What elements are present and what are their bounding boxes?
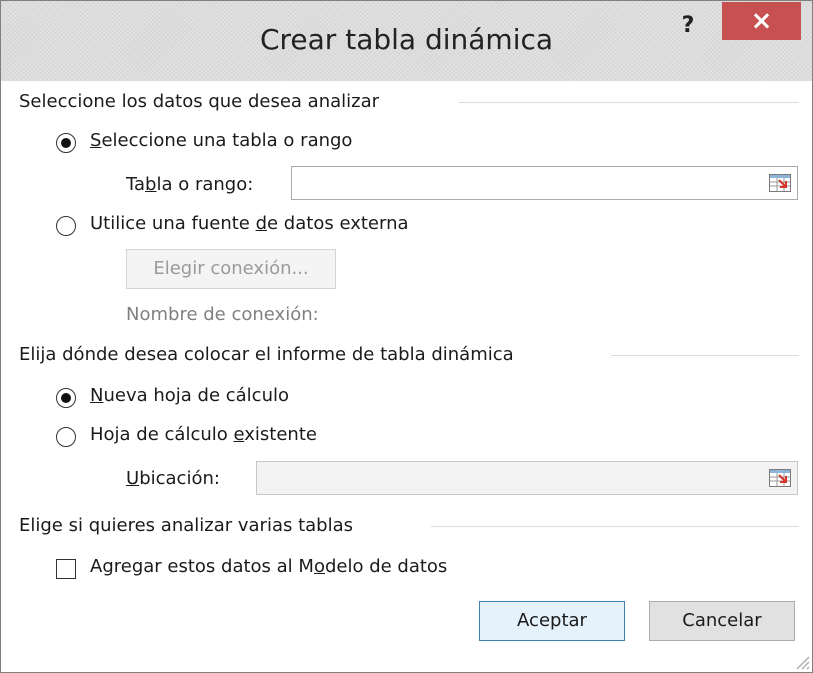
- cancel-button[interactable]: Cancelar: [649, 601, 795, 641]
- radio-select-table-range-label[interactable]: Seleccione una tabla o rango: [90, 130, 352, 151]
- add-to-data-model-label[interactable]: Agregar estos datos al Modelo de datos: [90, 556, 447, 577]
- table-range-input[interactable]: [292, 167, 797, 199]
- help-button[interactable]: ?: [673, 13, 703, 43]
- section-tables-title: Elige si quieres analizar varias tablas: [19, 515, 353, 536]
- location-label: Ubicación:: [126, 468, 220, 489]
- section-select-data-title: Seleccione los datos que desea analizar: [19, 91, 380, 112]
- ok-button[interactable]: Aceptar: [479, 601, 625, 641]
- range-picker-icon[interactable]: [769, 174, 791, 192]
- create-pivot-table-dialog: Crear tabla dinámica ? × Seleccione los …: [0, 0, 813, 673]
- radio-existing-worksheet[interactable]: [56, 427, 76, 447]
- location-input-box: [256, 461, 798, 495]
- section-divider: [431, 526, 799, 527]
- radio-select-table-range[interactable]: [56, 133, 76, 153]
- choose-connection-button[interactable]: Elegir conexión...: [126, 249, 336, 289]
- radio-new-worksheet-label[interactable]: Nueva hoja de cálculo: [90, 385, 289, 406]
- resize-grip-icon[interactable]: [792, 652, 810, 670]
- section-location-title: Elija dónde desea colocar el informe de …: [19, 344, 514, 365]
- table-range-label: Tabla o rango:: [126, 174, 254, 195]
- title-bar[interactable]: Crear tabla dinámica ? ×: [1, 1, 812, 81]
- radio-existing-worksheet-label[interactable]: Hoja de cálculo existente: [90, 424, 317, 445]
- add-to-data-model-checkbox[interactable]: [56, 559, 76, 579]
- location-input[interactable]: [257, 462, 797, 494]
- close-button[interactable]: ×: [722, 2, 801, 40]
- section-divider: [459, 102, 799, 103]
- radio-external-source[interactable]: [56, 216, 76, 236]
- radio-new-worksheet[interactable]: [56, 388, 76, 408]
- range-picker-icon[interactable]: [769, 469, 791, 487]
- connection-name-label: Nombre de conexión:: [126, 304, 319, 325]
- radio-external-source-label[interactable]: Utilice una fuente de datos externa: [90, 213, 409, 234]
- section-divider: [611, 355, 799, 356]
- table-range-input-box: [291, 166, 798, 200]
- close-icon: ×: [750, 6, 773, 36]
